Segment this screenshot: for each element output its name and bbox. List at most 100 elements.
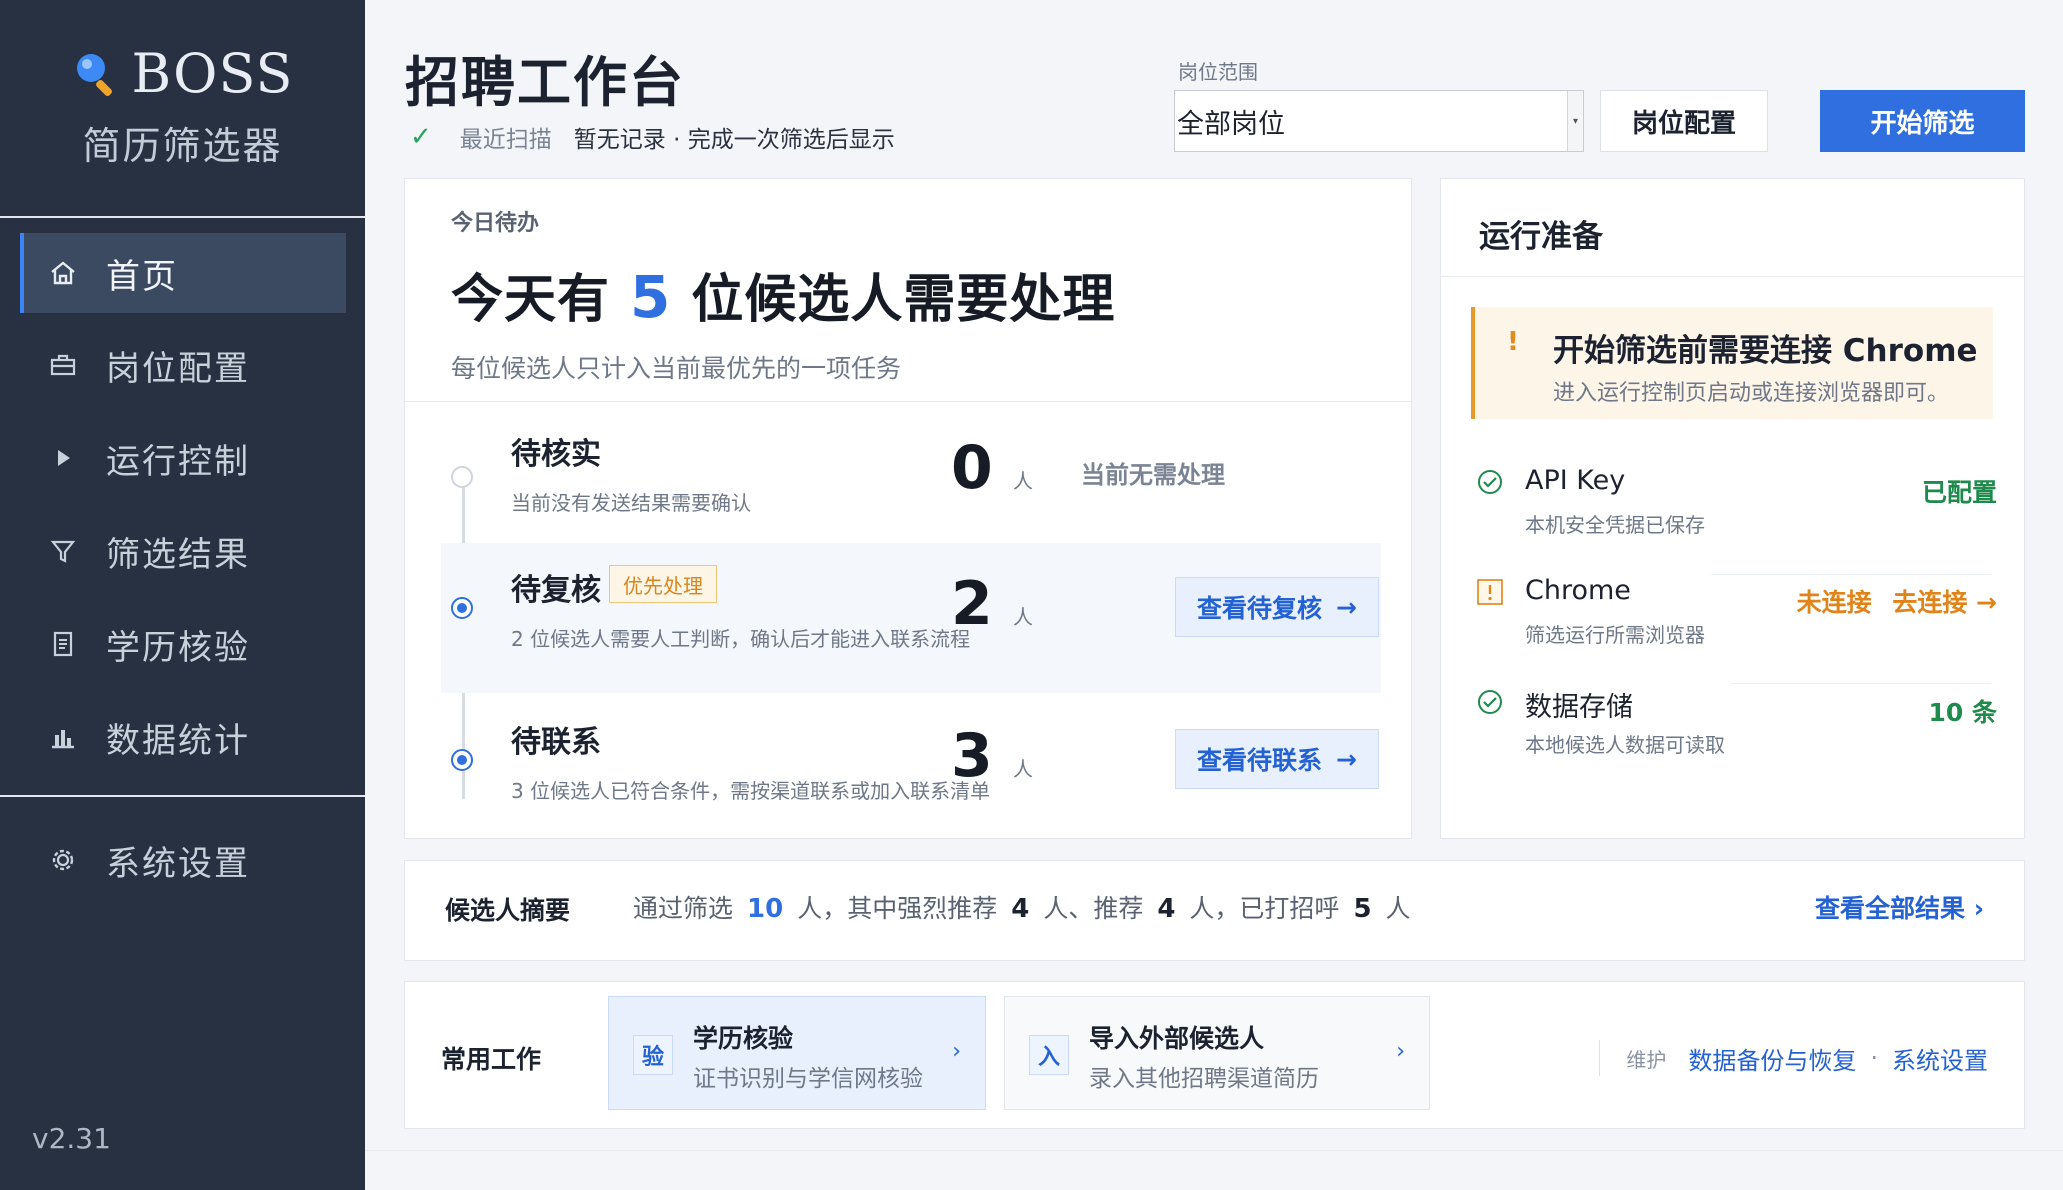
- row-title: 待核实: [511, 437, 601, 472]
- last-scan-label: 最近扫描: [459, 127, 552, 153]
- sidebar-item-settings[interactable]: 系统设置: [20, 820, 346, 900]
- maintenance-links: 维护 数据备份与恢复 · 系统设置: [1599, 1040, 1988, 1076]
- summary-text-part: 人: [1385, 894, 1411, 923]
- sidebar-item-label: 数据统计: [106, 720, 250, 761]
- summary-text-part: 人，其中强烈推荐: [797, 894, 998, 923]
- sidebar-divider: [0, 795, 365, 797]
- system-settings-link[interactable]: 系统设置: [1892, 1041, 1988, 1076]
- tile-import-candidates[interactable]: 入 导入外部候选人 录入其他招聘渠道简历 ›: [1004, 996, 1430, 1110]
- timeline-dot: [451, 597, 473, 619]
- alert-title: 开始筛选前需要连接 Chrome: [1553, 333, 1978, 369]
- tile-name: 导入外部候选人: [1089, 1024, 1265, 1053]
- sidebar-item-home[interactable]: 首页: [20, 233, 346, 313]
- divider: [1731, 683, 1991, 684]
- todo-card: 今日待办 今天有 5 位候选人需要处理 每位候选人只计入当前最优先的一项任务 待核实…: [404, 178, 1412, 839]
- row-count: 2: [951, 569, 993, 639]
- document-icon: [48, 629, 78, 659]
- todo-kicker: 今日待办: [451, 211, 540, 236]
- bar-chart-icon: [48, 722, 78, 752]
- todo-row-verify: 待核实 当前没有发送结果需要确认 0 人 当前无需处理: [441, 405, 1381, 555]
- item-name: API Key: [1525, 465, 1626, 496]
- tile-desc: 证书识别与学信网核验: [693, 1066, 923, 1092]
- item-name: 数据存储: [1525, 692, 1633, 723]
- common-work: 常用工作 验 学历核验 证书识别与学信网核验 › 入 导入外部候选人 录入其他招…: [404, 981, 2025, 1129]
- brand-name: BOSS: [131, 42, 294, 105]
- todo-count: 5: [630, 263, 672, 331]
- row-count: 0: [951, 433, 993, 503]
- readiness-item-storage: 数据存储 本地候选人数据可读取 10 条: [1477, 685, 1997, 765]
- priority-badge: 优先处理: [609, 565, 717, 603]
- sidebar-item-run-control[interactable]: 运行控制: [20, 418, 346, 498]
- sidebar-item-label: 运行控制: [106, 441, 250, 482]
- maintenance-label: 维护: [1626, 1047, 1667, 1072]
- row-desc: 3 位候选人已符合条件，需按渠道联系或加入联系清单: [511, 779, 991, 803]
- sidebar-item-label: 筛选结果: [106, 534, 250, 575]
- readiness-item-chrome: Chrome 筛选运行所需浏览器 未连接 去连接 →: [1477, 575, 1997, 655]
- timeline-dot: [451, 749, 473, 771]
- item-name: Chrome: [1525, 575, 1631, 606]
- verify-icon: 验: [633, 1035, 673, 1075]
- magnifier-logo-icon: [72, 49, 122, 99]
- item-status: 已配置: [1921, 478, 1997, 507]
- chevron-right-icon: ›: [1396, 1039, 1405, 1064]
- sidebar-item-statistics[interactable]: 数据统计: [20, 697, 346, 777]
- dropdown-arrow-icon: ▾: [1567, 91, 1583, 151]
- start-screening-button[interactable]: 开始筛选: [1820, 90, 2025, 152]
- sidebar-item-label: 学历核验: [106, 627, 250, 668]
- divider: [1441, 276, 2024, 277]
- candidate-summary: 候选人摘要 通过筛选 10 人，其中强烈推荐 4 人、推荐 4 人，已打招呼 5…: [404, 860, 2025, 961]
- common-work-title: 常用工作: [441, 1045, 542, 1074]
- brand-subtitle: 简历筛选器: [82, 124, 283, 168]
- connect-chrome-link[interactable]: 去连接 →: [1892, 588, 1997, 617]
- chevron-right-icon: ›: [952, 1039, 961, 1064]
- item-status-group: 未连接 去连接 →: [1797, 583, 1997, 619]
- backup-restore-link[interactable]: 数据备份与恢复: [1688, 1041, 1856, 1076]
- row-title: 待联系: [511, 725, 601, 760]
- row-desc: 2 位候选人需要人工判断，确认后才能进入联系流程: [511, 627, 971, 651]
- readiness-item-api-key: API Key 本机安全凭据已保存 已配置: [1477, 465, 1997, 545]
- summary-text: 通过筛选 10 人，其中强烈推荐 4 人、推荐 4 人，已打招呼 5 人: [633, 889, 1411, 925]
- filter-icon: [48, 536, 78, 566]
- view-review-button[interactable]: 查看待复核 →: [1175, 577, 1379, 637]
- version-label: v2.31: [32, 1122, 111, 1155]
- button-label: 查看待复核: [1197, 594, 1323, 623]
- bottom-strip: [365, 1150, 2063, 1190]
- item-status: 未连接: [1796, 588, 1872, 617]
- row-title: 待复核: [511, 573, 601, 608]
- todo-row-contact: 待联系 3 位候选人已符合条件，需按渠道联系或加入联系清单 3 人 查看待联系 …: [441, 695, 1381, 845]
- summary-text-part: 人，已打招呼: [1189, 894, 1340, 923]
- row-status: 当前无需处理: [1081, 461, 1225, 489]
- separator-dot: ·: [1870, 1044, 1878, 1072]
- logo: BOSS 简历筛选器: [0, 42, 365, 170]
- row-count: 3: [951, 721, 993, 791]
- sidebar-item-results[interactable]: 筛选结果: [20, 511, 346, 591]
- item-desc: 筛选运行所需浏览器: [1525, 623, 1705, 647]
- item-status: 10 条: [1928, 698, 1998, 727]
- sidebar-item-label: 系统设置: [106, 843, 250, 884]
- arrow-right-icon: →: [1336, 744, 1357, 774]
- view-contact-button[interactable]: 查看待联系 →: [1175, 729, 1379, 789]
- sidebar-item-education[interactable]: 学历核验: [20, 604, 346, 684]
- strong-recommend-count: 4: [1011, 894, 1030, 924]
- todo-headline: 今天有 5 位候选人需要处理: [451, 257, 1115, 332]
- readiness-title: 运行准备: [1479, 219, 1603, 255]
- job-range-select[interactable]: 全部岗位 ▾: [1174, 90, 1584, 152]
- briefcase-icon: [48, 350, 78, 380]
- tile-education-verify[interactable]: 验 学历核验 证书识别与学信网核验 ›: [608, 996, 986, 1110]
- greeted-count: 5: [1353, 894, 1372, 924]
- item-desc: 本机安全凭据已保存: [1525, 513, 1705, 537]
- passed-count: 10: [747, 894, 784, 924]
- home-icon: [48, 258, 78, 288]
- play-icon: [48, 443, 78, 473]
- todo-headline-pre: 今天有: [451, 270, 611, 330]
- warning-icon: [1477, 579, 1503, 605]
- sidebar-item-job-config[interactable]: 岗位配置: [20, 325, 346, 405]
- import-icon: 入: [1029, 1035, 1069, 1075]
- todo-subtitle: 每位候选人只计入当前最优先的一项任务: [451, 354, 902, 383]
- check-icon: ✓: [410, 122, 432, 152]
- job-config-button[interactable]: 岗位配置: [1600, 90, 1768, 152]
- button-label: 查看待联系: [1197, 746, 1323, 775]
- alert-desc: 进入运行控制页启动或连接浏览器即可。: [1553, 381, 1950, 406]
- view-all-results-link[interactable]: 查看全部结果 ›: [1815, 889, 1984, 925]
- divider: [1599, 1040, 1601, 1076]
